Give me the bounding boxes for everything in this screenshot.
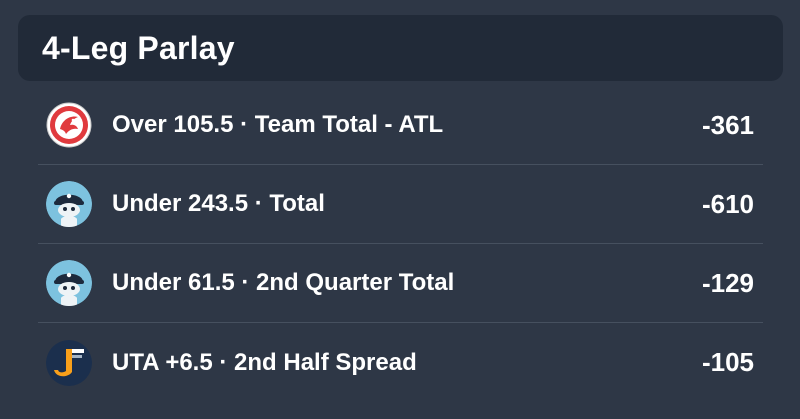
leg-row-3[interactable]: Under 61.5 · 2nd Quarter Total -129	[38, 244, 763, 323]
hawks-logo-icon	[46, 102, 92, 148]
leg-odds: -105	[701, 347, 754, 377]
bot-avatar-icon	[46, 181, 92, 227]
leg-odds: -610	[701, 188, 754, 219]
leg-odds: -361	[701, 109, 754, 140]
leg-row-4[interactable]: UTA +6.5 · 2nd Half Spread -105	[38, 323, 763, 402]
leg-row-1[interactable]: Over 105.5 · Team Total - ATL -361	[38, 86, 763, 165]
bot-avatar-icon	[46, 260, 92, 306]
leg-description: Over 105.5 · Team Total - ATL	[112, 111, 444, 138]
jazz-logo-icon	[46, 339, 92, 386]
parlay-card: 4-Leg Parlay Over 105.5 · Team Total - A…	[0, 0, 800, 419]
leg-description: Under 243.5 · Total	[112, 190, 325, 217]
leg-row-2[interactable]: Under 243.5 · Total -610	[38, 165, 763, 244]
leg-description: UTA +6.5 · 2nd Half Spread	[112, 348, 417, 376]
leg-odds: -129	[701, 267, 754, 298]
leg-description: Under 61.5 · 2nd Quarter Total	[112, 269, 455, 296]
parlay-legs-list: Over 105.5 · Team Total - ATL -361 Under…	[38, 86, 763, 402]
parlay-header: 4-Leg Parlay	[18, 15, 783, 81]
parlay-title: 4-Leg Parlay	[42, 29, 235, 66]
